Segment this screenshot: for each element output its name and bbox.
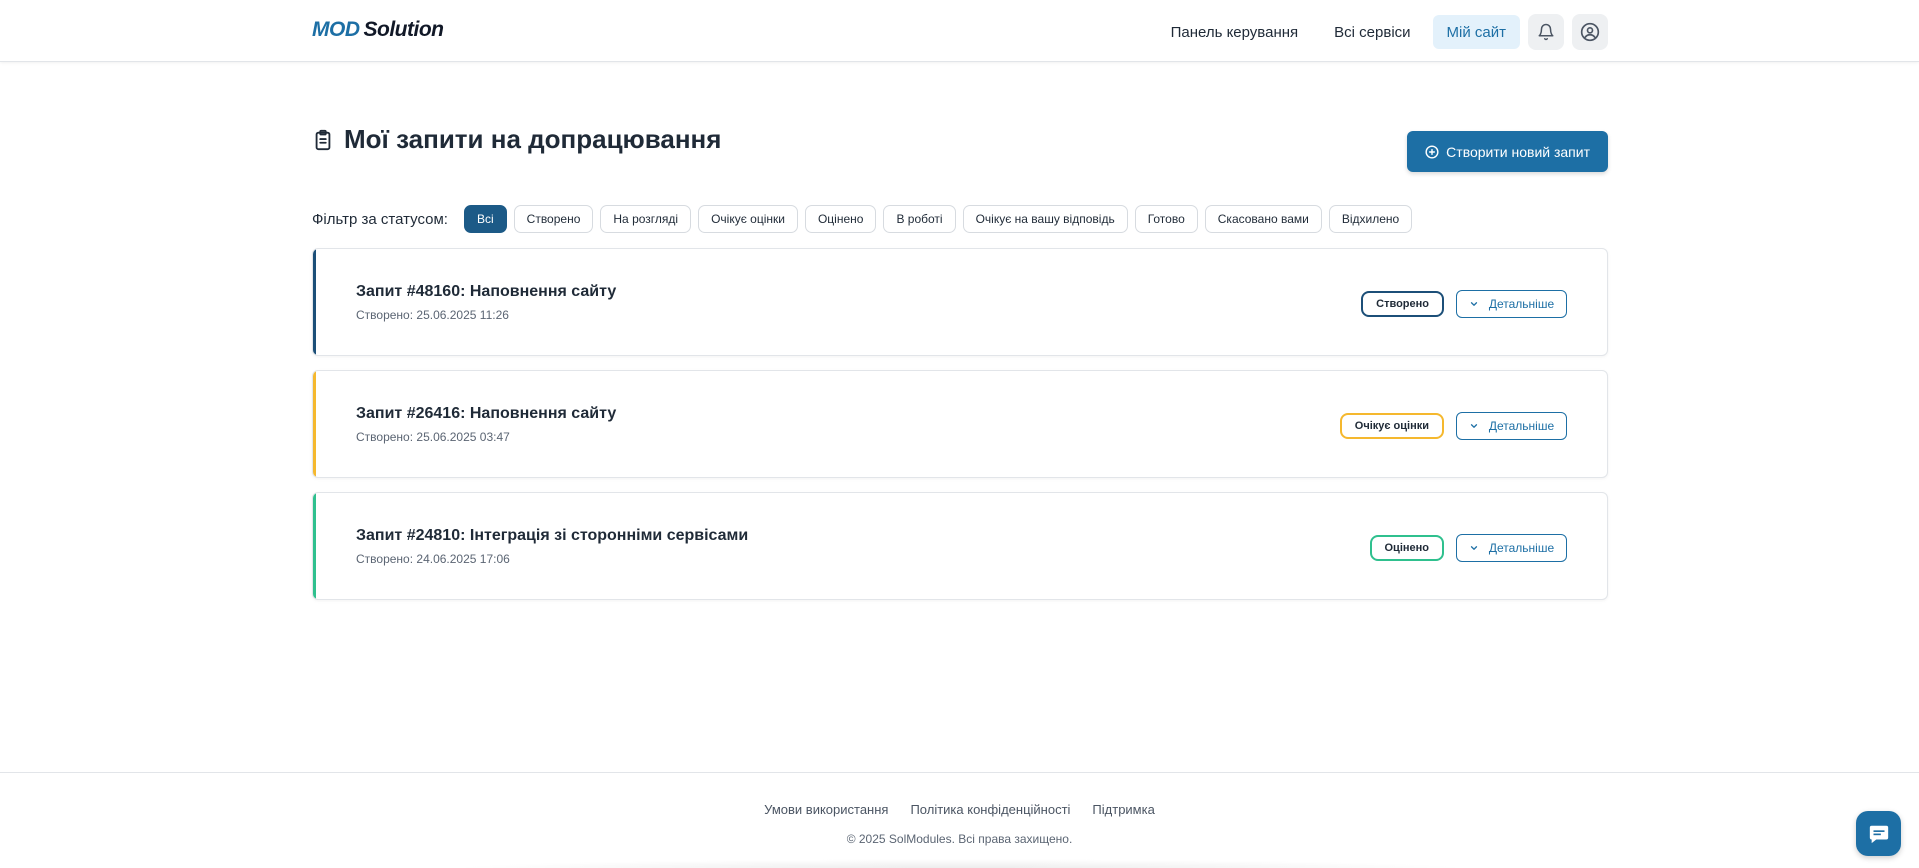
request-title: Запит #26416: Наповнення сайту	[356, 405, 617, 422]
request-date: Створено: 25.06.2025 03:47	[356, 430, 510, 444]
request-title: Запит #48160: Наповнення сайту	[356, 283, 617, 300]
page-title: Мої запити на допрацювання	[312, 124, 721, 155]
details-label: Детальніше	[1488, 297, 1555, 311]
page-title-text: Мої запити на допрацювання	[344, 124, 722, 154]
footer: Умови використання Політика конфіденційн…	[0, 772, 1919, 868]
create-request-button[interactable]: Створити новий запит	[1407, 131, 1608, 172]
filter-awaiting-reply[interactable]: Очікує на вашу відповідь	[962, 205, 1128, 233]
filter-awaiting-estimate[interactable]: Очікує оцінки	[698, 205, 798, 233]
chevron-down-icon	[1470, 424, 1477, 428]
nav-my-site[interactable]: Мій сайт	[1432, 15, 1520, 49]
status-filter: Фільтр за статусом: Всі Створено На розг…	[312, 205, 1413, 233]
chat-bubble-icon	[1869, 825, 1888, 843]
main-nav: Панель керування Всі сервіси Мій сайт	[1157, 14, 1608, 50]
chat-button[interactable]	[1856, 811, 1901, 856]
logo-mod: MOD	[312, 18, 360, 41]
footer-link-privacy[interactable]: Політика конфіденційності	[910, 802, 1070, 817]
request-list: Запит #48160: Наповнення сайту Створено:…	[312, 248, 1608, 614]
clipboard-icon	[315, 129, 331, 150]
footer-link-terms[interactable]: Умови використання	[764, 802, 888, 817]
request-date: Створено: 25.06.2025 11:26	[356, 308, 509, 322]
status-accent-bar	[313, 249, 316, 355]
filter-in-progress[interactable]: В роботі	[883, 205, 956, 233]
details-button[interactable]: Детальніше	[1456, 534, 1567, 562]
nav-dashboard[interactable]: Панель керування	[1157, 15, 1313, 49]
status-badge: Створено	[1361, 291, 1444, 317]
footer-links: Умови використання Політика конфіденційн…	[0, 802, 1919, 817]
footer-link-support[interactable]: Підтримка	[1092, 802, 1154, 817]
notifications-button[interactable]	[1528, 14, 1564, 50]
details-label: Детальніше	[1488, 541, 1555, 555]
create-request-label: Створити новий запит	[1446, 143, 1590, 160]
chevron-down-icon	[1470, 302, 1477, 306]
status-badge: Очікує оцінки	[1339, 413, 1444, 439]
chevron-down-icon	[1470, 546, 1477, 550]
request-title: Запит #24810: Інтеграція зі сторонніми с…	[356, 527, 749, 544]
user-circle-icon	[1580, 22, 1600, 42]
logo[interactable]: MOD Solution	[312, 18, 444, 42]
bell-icon	[1538, 23, 1554, 41]
plus-circle-icon	[1425, 144, 1439, 159]
request-card: Запит #48160: Наповнення сайту Створено:…	[312, 248, 1608, 356]
request-actions: Очікує оцінки Детальніше	[1339, 412, 1567, 440]
details-button[interactable]: Детальніше	[1456, 290, 1567, 318]
filter-rejected[interactable]: Відхилено	[1328, 205, 1413, 233]
details-button[interactable]: Детальніше	[1456, 412, 1567, 440]
top-header: MOD Solution Панель керування Всі сервіс…	[0, 0, 1919, 62]
logo-solution: Solution	[363, 18, 444, 41]
filter-estimated[interactable]: Оцінено	[804, 205, 877, 233]
request-date: Створено: 24.06.2025 17:06	[356, 552, 510, 566]
filter-done[interactable]: Готово	[1134, 205, 1198, 233]
request-actions: Оцінено Детальніше	[1369, 534, 1567, 562]
status-accent-bar	[313, 493, 316, 599]
filter-under-review[interactable]: На розгляді	[600, 205, 692, 233]
filter-all[interactable]: Всі	[463, 205, 507, 233]
filter-created[interactable]: Створено	[513, 205, 594, 233]
status-accent-bar	[313, 371, 316, 477]
nav-all-services[interactable]: Всі сервіси	[1320, 15, 1424, 49]
footer-shadow	[440, 859, 1480, 868]
status-badge: Оцінено	[1369, 535, 1444, 561]
request-actions: Створено Детальніше	[1361, 290, 1567, 318]
copyright: © 2025 SolModules. Всі права захищено.	[846, 832, 1073, 846]
filter-label: Фільтр за статусом:	[312, 210, 448, 228]
request-card: Запит #26416: Наповнення сайту Створено:…	[312, 370, 1608, 478]
filter-cancelled[interactable]: Скасовано вами	[1204, 205, 1322, 233]
profile-button[interactable]	[1572, 14, 1608, 50]
request-card: Запит #24810: Інтеграція зі сторонніми с…	[312, 492, 1608, 600]
details-label: Детальніше	[1488, 419, 1555, 433]
